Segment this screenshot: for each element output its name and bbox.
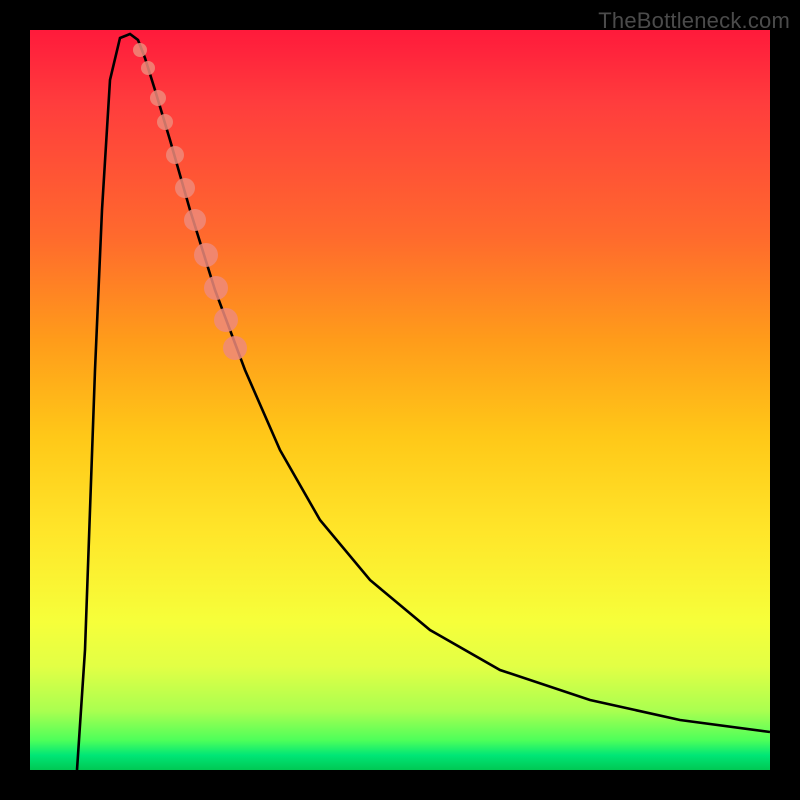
- marker-point: [150, 90, 166, 106]
- marker-point: [166, 146, 184, 164]
- marker-point: [194, 243, 218, 267]
- plot-area: [30, 30, 770, 770]
- marker-point: [204, 276, 228, 300]
- marker-point: [184, 209, 206, 231]
- marker-point: [223, 336, 247, 360]
- curve-svg: [30, 30, 770, 770]
- marker-point: [133, 43, 147, 57]
- marker-point: [175, 178, 195, 198]
- bottleneck-curve: [77, 34, 770, 770]
- marker-point: [157, 114, 173, 130]
- chart-frame: TheBottleneck.com: [0, 0, 800, 800]
- highlight-markers: [133, 43, 247, 360]
- marker-point: [141, 61, 155, 75]
- marker-point: [214, 308, 238, 332]
